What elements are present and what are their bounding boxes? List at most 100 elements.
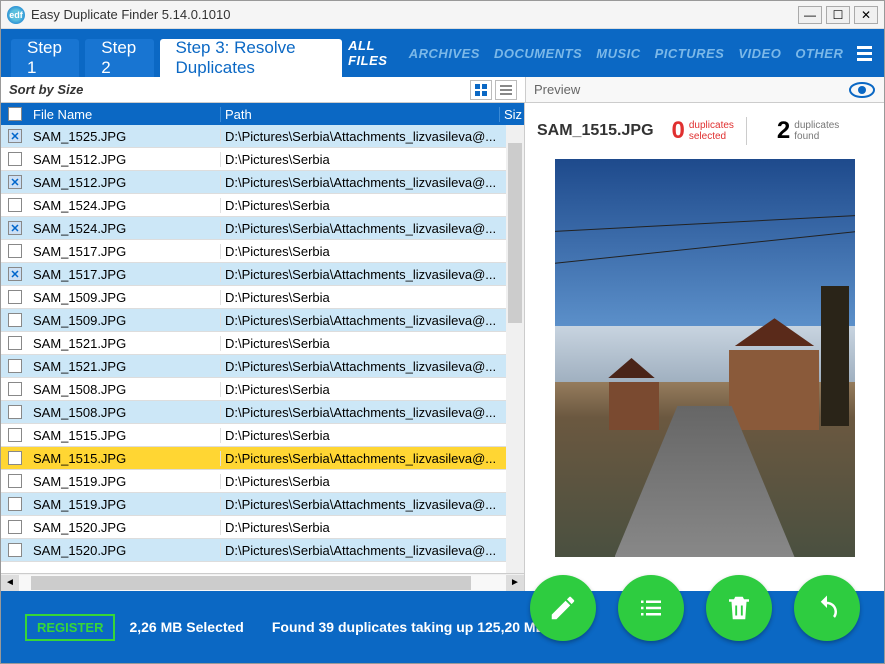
file-name-cell: SAM_1520.JPG bbox=[29, 543, 221, 558]
table-row[interactable]: SAM_1509.JPGD:\Pictures\Serbia bbox=[1, 286, 524, 309]
scroll-right-icon[interactable]: ► bbox=[506, 575, 524, 591]
titlebar: edf Easy Duplicate Finder 5.14.0.1010 — … bbox=[1, 1, 884, 29]
row-checkbox[interactable] bbox=[8, 290, 22, 304]
path-cell: D:\Pictures\Serbia bbox=[221, 198, 524, 213]
path-cell: D:\Pictures\Serbia bbox=[221, 336, 524, 351]
file-name-cell: SAM_1515.JPG bbox=[29, 451, 221, 466]
register-button[interactable]: REGISTER bbox=[25, 614, 115, 641]
table-row[interactable]: SAM_1515.JPGD:\Pictures\Serbia bbox=[1, 424, 524, 447]
filter-documents[interactable]: DOCUMENTS bbox=[494, 46, 582, 61]
table-row[interactable]: SAM_1524.JPGD:\Pictures\Serbia bbox=[1, 194, 524, 217]
file-name-cell: SAM_1519.JPG bbox=[29, 474, 221, 489]
row-checkbox[interactable] bbox=[8, 451, 22, 465]
file-name-cell: SAM_1517.JPG bbox=[29, 267, 221, 282]
maximize-button[interactable]: ☐ bbox=[826, 6, 850, 24]
row-checkbox[interactable] bbox=[8, 359, 22, 373]
row-checkbox[interactable] bbox=[8, 152, 22, 166]
row-checkbox[interactable] bbox=[8, 520, 22, 534]
preview-image bbox=[555, 159, 855, 557]
file-name-cell: SAM_1524.JPG bbox=[29, 221, 221, 236]
tab-step1[interactable]: Step 1 bbox=[11, 39, 79, 77]
filter-all-files[interactable]: ALL FILES bbox=[348, 38, 395, 68]
table-row[interactable]: SAM_1515.JPGD:\Pictures\Serbia\Attachmen… bbox=[1, 447, 524, 470]
table-row[interactable]: ✕ SAM_1517.JPGD:\Pictures\Serbia\Attachme… bbox=[1, 263, 524, 286]
table-row[interactable]: SAM_1521.JPGD:\Pictures\Serbia bbox=[1, 332, 524, 355]
sort-label[interactable]: Sort by Size bbox=[9, 82, 83, 97]
row-checkbox[interactable]: ✕ bbox=[8, 129, 22, 143]
path-cell: D:\Pictures\Serbia\Attachments_lizvasile… bbox=[221, 313, 524, 328]
edit-button[interactable] bbox=[530, 575, 596, 641]
preview-toggle-icon[interactable] bbox=[848, 82, 876, 98]
row-checkbox[interactable] bbox=[8, 428, 22, 442]
filter-other[interactable]: OTHER bbox=[795, 46, 843, 61]
path-cell: D:\Pictures\Serbia bbox=[221, 520, 524, 535]
file-name-cell: SAM_1512.JPG bbox=[29, 175, 221, 190]
select-all-checkbox[interactable] bbox=[8, 107, 22, 121]
found-count-text: Found 39 duplicates taking up 125,20 MB bbox=[272, 619, 546, 635]
row-checkbox[interactable] bbox=[8, 543, 22, 557]
filter-archives[interactable]: ARCHIVES bbox=[409, 46, 480, 61]
table-row[interactable]: SAM_1512.JPGD:\Pictures\Serbia bbox=[1, 148, 524, 171]
path-cell: D:\Pictures\Serbia\Attachments_lizvasile… bbox=[221, 221, 524, 236]
menu-icon[interactable] bbox=[857, 43, 872, 64]
path-cell: D:\Pictures\Serbia\Attachments_lizvasile… bbox=[221, 497, 524, 512]
column-file-name[interactable]: File Name bbox=[29, 107, 221, 122]
file-name-cell: SAM_1524.JPG bbox=[29, 198, 221, 213]
filter-music[interactable]: MUSIC bbox=[596, 46, 640, 61]
file-name-cell: SAM_1508.JPG bbox=[29, 405, 221, 420]
table-row[interactable]: ✕ SAM_1512.JPGD:\Pictures\Serbia\Attachme… bbox=[1, 171, 524, 194]
filter-pictures[interactable]: PICTURES bbox=[655, 46, 725, 61]
table-header: File Name Path Siz bbox=[1, 103, 524, 125]
table-row[interactable]: SAM_1520.JPGD:\Pictures\Serbia\Attachmen… bbox=[1, 539, 524, 562]
path-cell: D:\Pictures\Serbia\Attachments_lizvasile… bbox=[221, 405, 524, 420]
selected-size-text: 2,26 MB Selected bbox=[129, 619, 243, 635]
path-cell: D:\Pictures\Serbia bbox=[221, 152, 524, 167]
file-name-cell: SAM_1509.JPG bbox=[29, 290, 221, 305]
table-row[interactable]: SAM_1519.JPGD:\Pictures\Serbia\Attachmen… bbox=[1, 493, 524, 516]
table-row[interactable]: ✕ SAM_1524.JPGD:\Pictures\Serbia\Attachme… bbox=[1, 217, 524, 240]
table-row[interactable]: SAM_1519.JPGD:\Pictures\Serbia bbox=[1, 470, 524, 493]
table-row[interactable]: SAM_1517.JPGD:\Pictures\Serbia bbox=[1, 240, 524, 263]
row-checkbox[interactable]: ✕ bbox=[8, 221, 22, 235]
row-checkbox[interactable] bbox=[8, 244, 22, 258]
table-row[interactable]: SAM_1509.JPGD:\Pictures\Serbia\Attachmen… bbox=[1, 309, 524, 332]
path-cell: D:\Pictures\Serbia\Attachments_lizvasile… bbox=[221, 267, 524, 282]
file-name-cell: SAM_1517.JPG bbox=[29, 244, 221, 259]
row-checkbox[interactable] bbox=[8, 382, 22, 396]
row-checkbox[interactable]: ✕ bbox=[8, 267, 22, 281]
list-button[interactable] bbox=[618, 575, 684, 641]
view-grid-icon[interactable] bbox=[470, 80, 492, 100]
column-path[interactable]: Path bbox=[221, 107, 500, 122]
file-name-cell: SAM_1521.JPG bbox=[29, 359, 221, 374]
row-checkbox[interactable] bbox=[8, 405, 22, 419]
table-row[interactable]: SAM_1508.JPGD:\Pictures\Serbia bbox=[1, 378, 524, 401]
tab-step2[interactable]: Step 2 bbox=[85, 39, 153, 77]
row-checkbox[interactable] bbox=[8, 313, 22, 327]
horizontal-scrollbar[interactable]: ◄ ► bbox=[1, 573, 524, 591]
path-cell: D:\Pictures\Serbia bbox=[221, 474, 524, 489]
vertical-scrollbar[interactable] bbox=[506, 125, 524, 573]
row-checkbox[interactable] bbox=[8, 198, 22, 212]
scroll-left-icon[interactable]: ◄ bbox=[1, 575, 19, 591]
table-row[interactable]: ✕SAM_1525.JPGD:\Pictures\Serbia\Attachme… bbox=[1, 125, 524, 148]
row-checkbox[interactable] bbox=[8, 474, 22, 488]
top-navigation: Step 1 Step 2 Step 3: Resolve Duplicates… bbox=[1, 29, 884, 77]
path-cell: D:\Pictures\Serbia bbox=[221, 290, 524, 305]
tab-step3[interactable]: Step 3: Resolve Duplicates bbox=[160, 39, 343, 77]
table-row[interactable]: SAM_1508.JPGD:\Pictures\Serbia\Attachmen… bbox=[1, 401, 524, 424]
close-button[interactable]: ✕ bbox=[854, 6, 878, 24]
minimize-button[interactable]: — bbox=[798, 6, 822, 24]
column-size[interactable]: Siz bbox=[500, 107, 524, 122]
file-name-cell: SAM_1515.JPG bbox=[29, 428, 221, 443]
view-list-icon[interactable] bbox=[495, 80, 517, 100]
row-checkbox[interactable] bbox=[8, 497, 22, 511]
undo-button[interactable] bbox=[794, 575, 860, 641]
row-checkbox[interactable]: ✕ bbox=[8, 175, 22, 189]
path-cell: D:\Pictures\Serbia\Attachments_lizvasile… bbox=[221, 175, 524, 190]
table-row[interactable]: SAM_1521.JPGD:\Pictures\Serbia\Attachmen… bbox=[1, 355, 524, 378]
filter-video[interactable]: VIDEO bbox=[738, 46, 781, 61]
delete-button[interactable] bbox=[706, 575, 772, 641]
row-checkbox[interactable] bbox=[8, 336, 22, 350]
table-row[interactable]: SAM_1520.JPGD:\Pictures\Serbia bbox=[1, 516, 524, 539]
file-name-cell: SAM_1521.JPG bbox=[29, 336, 221, 351]
